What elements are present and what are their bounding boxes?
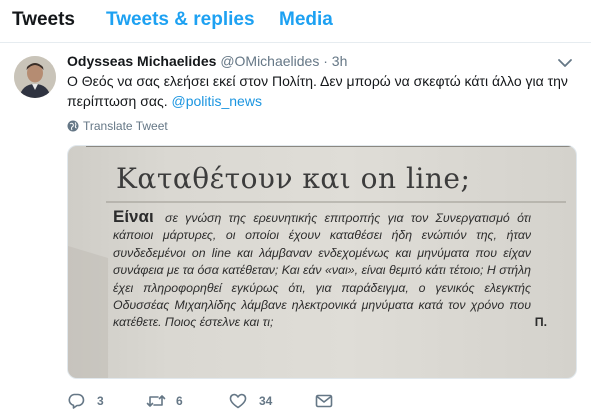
tweet-photo[interactable]: Καταθέτουν και on line; Είναι σε γνώση τ… [67, 145, 577, 379]
retweet-button[interactable]: 6 [146, 391, 206, 411]
like-button[interactable]: 34 [229, 391, 289, 411]
mention-link[interactable]: @politis_news [171, 93, 261, 109]
like-icon [229, 393, 247, 409]
tab-tweets-and-replies[interactable]: Tweets & replies [106, 9, 255, 31]
reply-button[interactable]: 3 [67, 391, 127, 411]
separator: · [323, 53, 328, 69]
tweet-text: Ο Θεός να σας ελεήσει εκεί στον Πολίτη. … [67, 71, 572, 111]
retweet-count: 6 [176, 394, 183, 408]
profile-tabs: Tweets Tweets & replies Media [0, 0, 591, 43]
article-headline: Καταθέτουν και on line; [116, 162, 471, 195]
tweet-actions: 3 6 34 [67, 391, 507, 411]
tweet-menu-button[interactable] [557, 56, 573, 68]
avatar[interactable] [14, 56, 56, 98]
direct-message-button[interactable] [315, 391, 339, 411]
globe-icon [67, 120, 79, 132]
reply-count: 3 [97, 394, 104, 408]
like-count: 34 [259, 394, 273, 408]
article-body: Είναι σε γνώση της ερευνητικής επιτροπής… [113, 207, 547, 332]
retweet-icon [146, 395, 166, 407]
article-lead-word: Είναι [113, 207, 154, 226]
avatar-image [14, 56, 56, 98]
chevron-down-icon [558, 59, 572, 67]
tab-tweets[interactable]: Tweets [12, 9, 75, 31]
author-name[interactable]: Odysseas Michaelides [67, 53, 216, 69]
direct-message-icon [315, 394, 333, 408]
article-signature: Π. [534, 315, 547, 330]
tweet-body: Ο Θεός να σας ελεήσει εκεί στον Πολίτη. … [67, 73, 568, 109]
author-handle[interactable]: @OMichaelides [220, 53, 319, 69]
translate-tweet-link[interactable]: Translate Tweet [67, 119, 168, 133]
tab-media[interactable]: Media [279, 9, 333, 31]
tweet-header: Odysseas Michaelides @OMichaelides · 3h [67, 53, 347, 69]
tweet-time[interactable]: 3h [332, 53, 348, 69]
reply-icon [68, 393, 85, 409]
translate-label: Translate Tweet [83, 119, 168, 133]
article-text: σε γνώση της ερευνητικής επιτροπής για τ… [113, 211, 531, 330]
